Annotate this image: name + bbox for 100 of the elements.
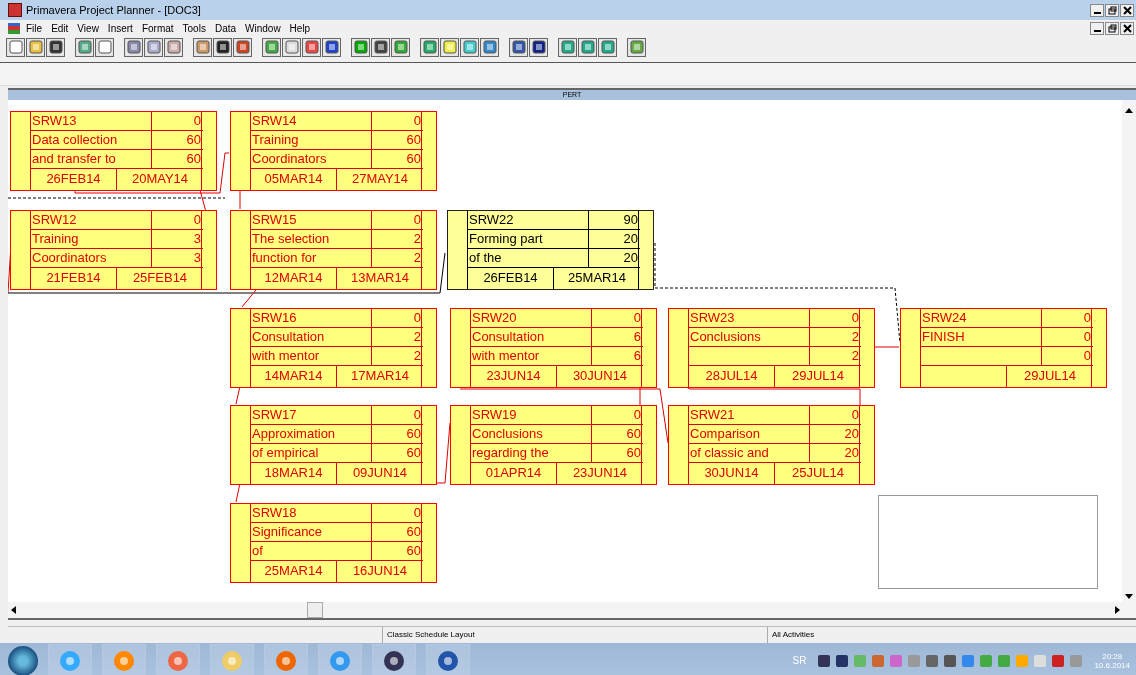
finish-date: 20MAY14	[130, 170, 190, 188]
horizontal-scrollbar[interactable]	[8, 602, 1136, 620]
start-date: 25MAR14	[251, 561, 337, 582]
finish-date: 30JUN14	[571, 367, 629, 385]
node-value: 60	[591, 425, 643, 444]
menu-item[interactable]: View	[77, 22, 99, 34]
restore-icon	[1107, 23, 1117, 33]
menu-item[interactable]: File	[26, 22, 43, 34]
activity-node[interactable]: SRW19 0 Conclusions 60 regarding the 60 01APR14 23JUN14	[450, 405, 657, 485]
start-date: 28JUL14	[689, 366, 775, 387]
restore-button[interactable]	[1105, 3, 1119, 17]
status-filter: All Activities	[771, 629, 816, 641]
close-button[interactable]	[1120, 21, 1134, 35]
tray-icon[interactable]	[944, 654, 957, 667]
menu-item[interactable]: Format	[141, 22, 174, 34]
start-date: 21FEB14	[31, 268, 117, 289]
minimize-button[interactable]	[1090, 21, 1104, 35]
activity-id: SRW14	[251, 112, 371, 131]
menu-item[interactable]: Tools	[182, 22, 206, 34]
start-date: 01APR14	[471, 463, 557, 484]
node-value: 0	[371, 504, 423, 523]
start-date: 26FEB14	[468, 268, 554, 289]
node-value: 60	[591, 444, 643, 463]
connector-line	[235, 482, 241, 503]
start-date: 26FEB14	[31, 169, 117, 190]
activity-description: function for	[251, 249, 371, 268]
app-icon	[8, 3, 22, 17]
activity-description: Coordinators	[31, 249, 151, 268]
activity-node[interactable]: SRW24 0 FINISH 0 0 29JUL14	[900, 308, 1107, 388]
toolbar-button[interactable]	[509, 37, 528, 57]
node-value: 2	[371, 249, 423, 268]
activity-description: of empirical	[251, 444, 371, 463]
activity-description: of classic and	[689, 444, 809, 463]
close-icon	[1122, 23, 1132, 33]
activity-description: Data collection	[31, 131, 151, 150]
tray-icon[interactable]	[1052, 654, 1065, 667]
activity-description: Comparison	[689, 425, 809, 444]
taskbar-button[interactable]	[426, 644, 470, 675]
minimize-button[interactable]	[1090, 3, 1104, 17]
activity-description: Conclusions	[689, 328, 809, 347]
activity-node[interactable]: SRW22 90 Forming part 20 of the 20 26FEB14 25MAR14	[447, 210, 654, 290]
node-value: 0	[151, 112, 203, 131]
minimize-icon	[1093, 30, 1101, 32]
activity-description: Training	[31, 230, 151, 249]
toolbar-button[interactable]	[322, 37, 341, 57]
taskbar-button[interactable]	[372, 644, 416, 675]
tray-icon[interactable]	[926, 654, 939, 667]
start-date: 12MAR14	[251, 268, 337, 289]
activity-node[interactable]: SRW13 0 Data collection 60 and transfer to 60 26FEB14 20MAY14	[10, 111, 217, 191]
activity-description: Approximation	[251, 425, 371, 444]
activity-node[interactable]: SRW17 0 Approximation 60 of empirical 60 18MAR14 09JUN14	[230, 405, 437, 485]
scroll-left-arrow-icon	[11, 606, 17, 614]
finish-date: 23JUN14	[571, 464, 629, 482]
toolbar-button[interactable]	[213, 37, 232, 57]
close-button[interactable]	[1120, 3, 1134, 17]
finish-date: 09JUN14	[351, 464, 409, 482]
activity-node[interactable]: SRW18 0 Significance 60 of 60 25MAR14 16JUN14	[230, 503, 437, 583]
menu-item[interactable]: Insert	[107, 22, 133, 34]
start-date: 30JUN14	[689, 463, 775, 484]
toolbar-button[interactable]	[371, 37, 390, 57]
toolbar-button[interactable]	[46, 37, 65, 57]
activity-id: SRW23	[689, 309, 809, 328]
node-value: 0	[151, 211, 203, 230]
activity-id: SRW18	[251, 504, 371, 523]
menu-item[interactable]: Data	[214, 22, 237, 34]
activity-node[interactable]: SRW12 0 Training 3 Coordinators 3 21FEB14 25FEB14	[10, 210, 217, 290]
finish-date: 16JUN14	[351, 562, 409, 580]
node-value: 20	[588, 230, 640, 249]
scroll-thumb[interactable]	[307, 602, 323, 618]
menu-item[interactable]: Help	[289, 22, 311, 34]
activity-node[interactable]: SRW21 0 Comparison 20 of classic and 20 30JUN14 25JUL14	[668, 405, 875, 485]
finish-date: 25MAR14	[567, 269, 627, 287]
activity-id: SRW17	[251, 406, 371, 425]
tray-icon[interactable]	[836, 654, 849, 667]
start-date: 23JUN14	[471, 366, 557, 387]
menu-item[interactable]: Window	[245, 22, 281, 34]
node-value: 2	[371, 230, 423, 249]
node-value: 0	[809, 309, 861, 328]
start-date: 14MAR14	[251, 366, 337, 387]
activity-node[interactable]: SRW15 0 The selection 2 function for 2 12MAR14 13MAR14	[230, 210, 437, 290]
restore-button[interactable]	[1105, 21, 1119, 35]
toolbar-button[interactable]	[529, 37, 548, 57]
node-value: 60	[371, 131, 423, 150]
node-value: 20	[809, 425, 861, 444]
tray-icon[interactable]	[818, 654, 831, 667]
activity-node[interactable]: SRW14 0 Training 60 Coordinators 60 05MAR14 27MAY14	[230, 111, 437, 191]
start-button[interactable]	[8, 645, 38, 675]
activity-id: SRW22	[468, 211, 588, 230]
activity-description: Consultation	[471, 328, 591, 347]
activity-node[interactable]: SRW20 0 Consultation 6 with mentor 6 23JUN14 30JUN14	[450, 308, 657, 388]
activity-node[interactable]: SRW16 0 Consultation 2 with mentor 2 14MAR14 17MAR14	[230, 308, 437, 388]
activity-node[interactable]: SRW23 0 Conclusions 2 2 28JUL14 29JUL14	[668, 308, 875, 388]
node-value: 0	[1041, 347, 1093, 366]
menu-item[interactable]: Edit	[51, 22, 69, 34]
node-value: 90	[588, 211, 640, 230]
node-value: 2	[809, 328, 861, 347]
node-value: 60	[371, 542, 423, 561]
activity-description: and transfer to	[31, 150, 151, 169]
vertical-scrollbar[interactable]	[1122, 100, 1136, 602]
activity-description: Conclusions	[471, 425, 591, 444]
